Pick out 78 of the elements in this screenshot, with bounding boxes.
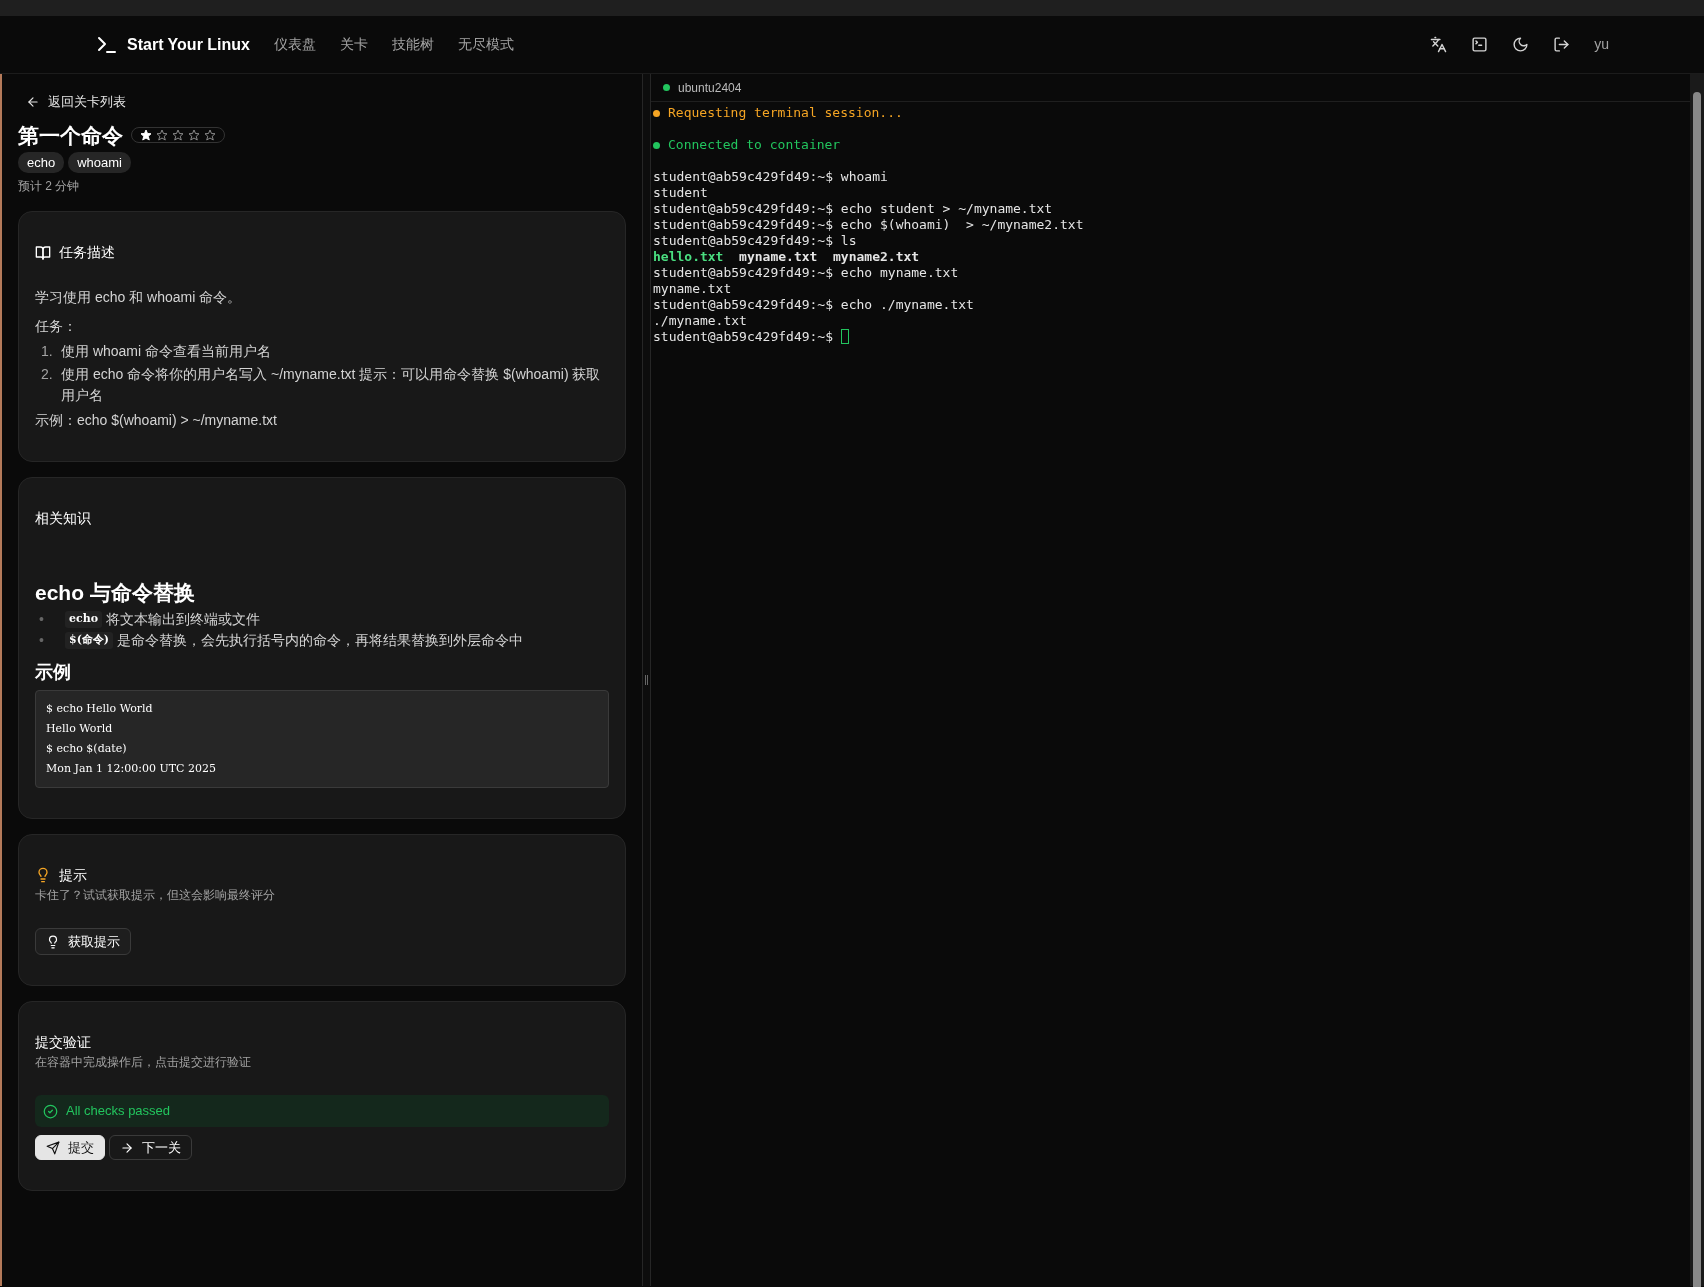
nav-link[interactable]: 关卡 bbox=[340, 34, 368, 55]
description-text: 学习使用 echo 和 whoami 命令。 bbox=[35, 288, 243, 308]
estimated-time: 预计 2 分钟 bbox=[18, 178, 81, 196]
shell-command: whoami bbox=[840, 169, 888, 184]
file-name: hello.txt bbox=[653, 249, 724, 264]
tag: echo bbox=[18, 151, 65, 174]
nav-link[interactable]: 仪表盘 bbox=[274, 34, 316, 55]
status-message: Connected to container bbox=[668, 137, 841, 152]
empty-star-icon bbox=[188, 129, 200, 142]
bullet-text: 将文本输出到终端或文件 bbox=[106, 609, 261, 629]
empty-star-icon bbox=[156, 129, 168, 142]
command-output: student bbox=[653, 185, 708, 200]
list-marker: 1. bbox=[41, 342, 54, 362]
back-link[interactable]: 返回关卡列表 bbox=[26, 92, 126, 112]
empty-star-icon bbox=[172, 129, 184, 142]
shell-command: echo ./myname.txt bbox=[840, 297, 974, 312]
hint-button[interactable]: 获取提示 bbox=[35, 927, 131, 956]
terminal-tab[interactable]: ubuntu2404 bbox=[678, 78, 742, 97]
shell-command: ls bbox=[840, 233, 857, 248]
shell-prompt: student@ab59c429fd49:~$ bbox=[653, 217, 833, 232]
code-line: Hello World bbox=[46, 720, 114, 737]
shell-prompt: student@ab59c429fd49:~$ bbox=[653, 169, 833, 184]
shell-prompt: student@ab59c429fd49:~$ bbox=[653, 233, 833, 248]
card-description: 在容器中完成操作后，点击提交进行验证 bbox=[35, 1054, 252, 1072]
file-name: myname2.txt bbox=[833, 249, 920, 264]
card-title: 任务描述 bbox=[59, 243, 115, 263]
empty-star-icon bbox=[204, 129, 216, 142]
result-text: All checks passed bbox=[66, 1102, 171, 1121]
inline-code: $(命令) bbox=[65, 632, 114, 649]
scrollbar-thumb[interactable] bbox=[1693, 92, 1701, 1287]
card-title: 提示 bbox=[59, 865, 87, 885]
shell-command: echo myname.txt bbox=[840, 265, 959, 280]
section-heading: 示例 bbox=[35, 660, 72, 684]
terminal-icon[interactable] bbox=[1471, 36, 1489, 53]
shell-command: echo student > ~/myname.txt bbox=[840, 201, 1053, 216]
shell-prompt: student@ab59c429fd49:~$ bbox=[653, 329, 833, 344]
submit-button[interactable]: 提交 bbox=[35, 1134, 105, 1161]
task-label: 任务： bbox=[35, 317, 78, 337]
shell-prompt: student@ab59c429fd49:~$ bbox=[653, 297, 833, 312]
nav-link[interactable]: 无尽模式 bbox=[458, 34, 514, 55]
lightbulb-icon bbox=[46, 934, 60, 949]
check-circle-icon bbox=[43, 1103, 58, 1119]
next-level-button[interactable]: 下一关 bbox=[109, 1134, 192, 1161]
file-name: myname.txt bbox=[739, 249, 818, 264]
card-description: 卡住了？试试获取提示，但这会影响最终评分 bbox=[35, 886, 276, 904]
command-output: myname.txt bbox=[653, 281, 732, 296]
send-icon bbox=[46, 1140, 60, 1155]
shell-prompt: student@ab59c429fd49:~$ bbox=[653, 265, 833, 280]
book-icon bbox=[35, 244, 51, 261]
bullet-text: 是命令替换，会先执行括号内的命令，再将结果替换到外层命令中 bbox=[117, 630, 524, 650]
list-marker: • bbox=[39, 609, 45, 629]
example-text: 示例：echo $(whoami) > ~/myname.txt bbox=[35, 411, 278, 431]
resize-handle[interactable] bbox=[645, 675, 648, 685]
brand-name: Start Your Linux bbox=[127, 34, 250, 55]
filled-star-icon bbox=[140, 129, 152, 142]
code-line: $ echo Hello World bbox=[46, 700, 154, 717]
list-marker: • bbox=[39, 630, 45, 650]
translate-icon[interactable] bbox=[1430, 36, 1448, 53]
list-marker: 2. bbox=[41, 365, 54, 385]
code-line: Mon Jan 1 12:00:00 UTC 2025 bbox=[46, 760, 217, 777]
shell-command: echo $(whoami) > ~/myname2.txt bbox=[840, 217, 1084, 232]
task-step: 使用 echo 命令将你的用户名写入 ~/myname.txt 提示：可以用命令替换 $(whoami) 获取用户名 bbox=[61, 364, 609, 407]
task-step: 使用 whoami 命令查看当前用户名 bbox=[61, 341, 272, 363]
lightbulb-icon bbox=[35, 867, 51, 884]
section-heading: echo 与命令替换 bbox=[35, 580, 196, 607]
command-output: ./myname.txt bbox=[653, 313, 747, 328]
tag: whoami bbox=[68, 151, 131, 174]
card-title: 提交验证 bbox=[35, 1033, 92, 1053]
status-message: Requesting terminal session... bbox=[668, 105, 903, 120]
code-line: $ echo $(date) bbox=[46, 740, 128, 757]
logout-icon[interactable] bbox=[1553, 36, 1571, 53]
moon-icon[interactable] bbox=[1512, 36, 1530, 53]
level-title: 第一个命令 bbox=[18, 122, 123, 148]
inline-code: echo bbox=[65, 611, 103, 628]
shell-prompt: student@ab59c429fd49:~$ bbox=[653, 201, 833, 216]
card-title: 相关知识 bbox=[35, 509, 92, 529]
user-name[interactable]: yu bbox=[1594, 34, 1609, 55]
nav-link[interactable]: 技能树 bbox=[392, 34, 434, 55]
